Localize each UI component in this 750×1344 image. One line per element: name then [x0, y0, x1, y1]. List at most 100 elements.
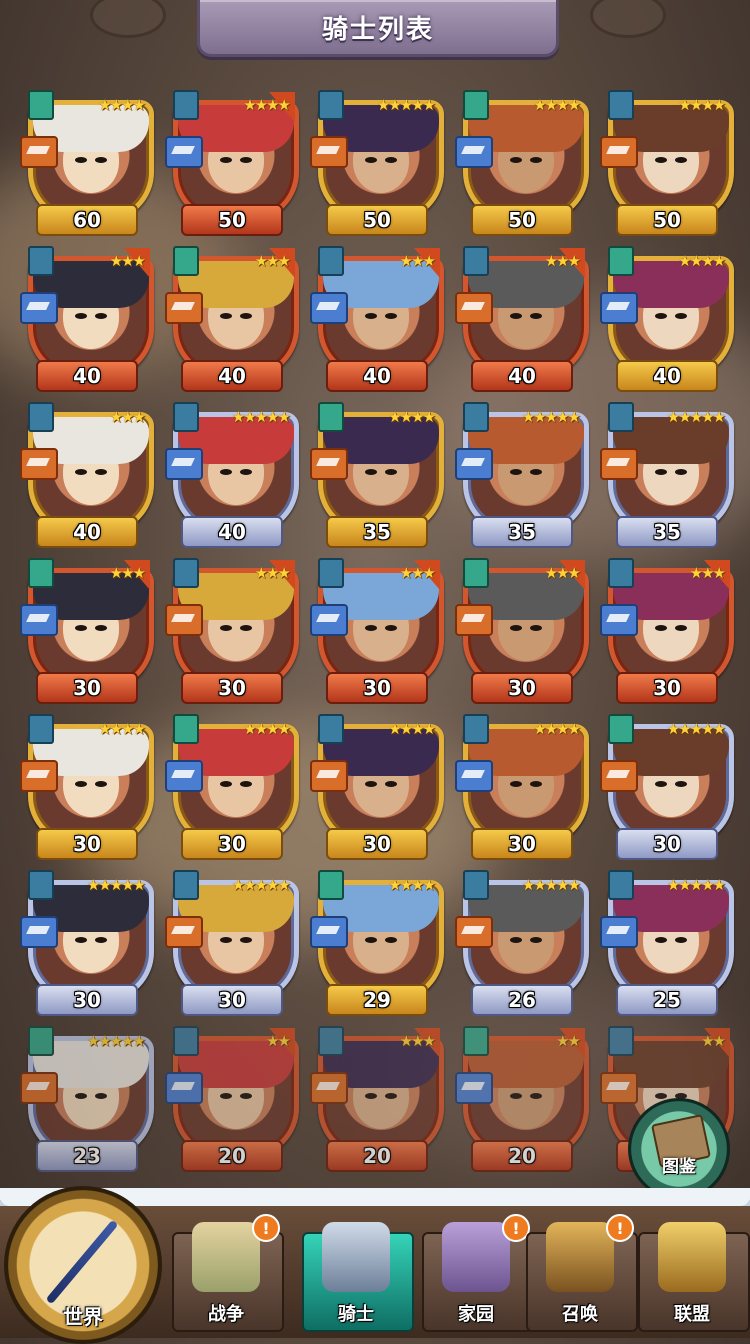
- star-rating: ★★: [266, 1032, 291, 1050]
- nav-summon[interactable]: ! 召唤: [522, 1210, 638, 1332]
- knight-card[interactable]: ★★★ 40: [163, 246, 299, 392]
- star-rating: ★★★★★: [231, 408, 291, 426]
- weapon-class-icon: [310, 604, 348, 636]
- star-rating: ★★★: [109, 408, 146, 426]
- nav-knights[interactable]: 骑士: [298, 1210, 414, 1332]
- star-rating: ★★: [701, 1032, 726, 1050]
- knight-level: 40: [653, 364, 681, 388]
- knight-card[interactable]: ★★★★★ 30: [163, 870, 299, 1016]
- star-rating: ★★★: [254, 252, 291, 270]
- weapon-class-icon: [310, 292, 348, 324]
- weapon-class-icon: [455, 604, 493, 636]
- knight-card[interactable]: ★★★★ 30: [18, 714, 154, 860]
- knight-card[interactable]: ★★★★ 60: [18, 90, 154, 236]
- star-rating: ★★★: [544, 252, 581, 270]
- knight-card[interactable]: ★★★ 30: [163, 558, 299, 704]
- knight-icon: [322, 1222, 390, 1292]
- knight-level: 25: [653, 988, 681, 1012]
- star-rating: ★★★: [544, 564, 581, 582]
- knight-card[interactable]: ★★ 20: [163, 1026, 299, 1172]
- star-rating: ★★★★★: [521, 876, 581, 894]
- knight-card[interactable]: ★★ 20: [453, 1026, 589, 1172]
- alert-badge: !: [606, 1214, 634, 1242]
- weapon-class-icon: [310, 136, 348, 168]
- star-rating: ★★★: [254, 564, 291, 582]
- knight-card[interactable]: ★★★★★ 30: [18, 870, 154, 1016]
- weapon-class-icon: [600, 136, 638, 168]
- level-ribbon: 60: [36, 204, 138, 236]
- weapon-class-icon: [20, 1072, 58, 1104]
- gear-decoration: [590, 0, 666, 38]
- knight-card[interactable]: ★★★ 30: [453, 558, 589, 704]
- knight-card[interactable]: ★★★★★ 35: [453, 402, 589, 548]
- nav-war[interactable]: ! 战争: [168, 1210, 284, 1332]
- knight-card[interactable]: ★★★★ 29: [308, 870, 444, 1016]
- knight-card[interactable]: ★★★★ 30: [308, 714, 444, 860]
- knight-card[interactable]: ★★★ 30: [18, 558, 154, 704]
- knight-card[interactable]: ★★★★ 50: [453, 90, 589, 236]
- knight-card[interactable]: ★★★★ 30: [163, 714, 299, 860]
- position-icon: [463, 1026, 489, 1056]
- knight-card[interactable]: ★★★★ 50: [598, 90, 734, 236]
- knight-card[interactable]: ★★★★★ 40: [163, 402, 299, 548]
- position-icon: [318, 90, 344, 120]
- weapon-class-icon: [310, 916, 348, 948]
- knight-card[interactable]: ★★★ 40: [308, 246, 444, 392]
- level-ribbon: 30: [471, 828, 573, 860]
- weapon-class-icon: [165, 916, 203, 948]
- knight-level: 60: [73, 208, 101, 232]
- knight-card[interactable]: ★★★ 20: [308, 1026, 444, 1172]
- knight-level: 30: [508, 832, 536, 856]
- knight-level: 26: [508, 988, 536, 1012]
- position-icon: [463, 714, 489, 744]
- weapon-class-icon: [600, 760, 638, 792]
- star-rating: ★★★★★: [666, 720, 726, 738]
- level-ribbon: 30: [181, 984, 283, 1016]
- knight-card[interactable]: ★★★★ 35: [308, 402, 444, 548]
- map-icon: [192, 1222, 260, 1292]
- train-icon: [546, 1222, 614, 1292]
- world-button[interactable]: 世界: [4, 1186, 162, 1344]
- knight-card[interactable]: ★★★ 40: [18, 246, 154, 392]
- position-icon: [608, 402, 634, 432]
- knight-level: 23: [73, 1144, 101, 1168]
- level-ribbon: 30: [326, 828, 428, 860]
- knight-card[interactable]: ★★★★★ 35: [598, 402, 734, 548]
- knight-level: 30: [73, 832, 101, 856]
- knight-card[interactable]: ★★★★ 50: [163, 90, 299, 236]
- star-rating: ★★★★: [98, 720, 146, 738]
- knight-card[interactable]: ★★★★ 30: [453, 714, 589, 860]
- position-icon: [28, 870, 54, 900]
- level-ribbon: 30: [181, 828, 283, 860]
- knight-card[interactable]: ★★★★★ 30: [598, 714, 734, 860]
- knight-card[interactable]: ★★★★ 40: [598, 246, 734, 392]
- page-title: 骑士列表: [321, 14, 434, 45]
- position-icon: [318, 714, 344, 744]
- level-ribbon: 30: [36, 984, 138, 1016]
- star-rating: ★★★: [689, 564, 726, 582]
- position-icon: [318, 558, 344, 588]
- position-icon: [318, 246, 344, 276]
- knight-card[interactable]: ★★★★★ 23: [18, 1026, 154, 1172]
- position-icon: [173, 870, 199, 900]
- atlas-label: 图鉴: [662, 1157, 696, 1177]
- knight-card[interactable]: ★★★ 40: [18, 402, 154, 548]
- knight-card[interactable]: ★★★ 30: [308, 558, 444, 704]
- weapon-class-icon: [165, 292, 203, 324]
- nav-alliance[interactable]: 联盟: [634, 1210, 750, 1332]
- knight-level: 30: [653, 676, 681, 700]
- weapon-class-icon: [600, 604, 638, 636]
- knight-card[interactable]: ★★★ 30: [598, 558, 734, 704]
- knight-card[interactable]: ★★★★★ 50: [308, 90, 444, 236]
- nav-home[interactable]: ! 家园: [418, 1210, 534, 1332]
- knight-card[interactable]: ★★★★★ 25: [598, 870, 734, 1016]
- title-banner: 骑士列表: [197, 0, 559, 57]
- knight-card[interactable]: ★★★ 40: [453, 246, 589, 392]
- knight-card[interactable]: ★★★★★ 26: [453, 870, 589, 1016]
- position-icon: [173, 558, 199, 588]
- atlas-button[interactable]: 图鉴: [628, 1098, 730, 1200]
- weapon-class-icon: [310, 1072, 348, 1104]
- weapon-class-icon: [20, 448, 58, 480]
- nav-alliance-label: 联盟: [674, 1304, 710, 1325]
- position-icon: [173, 90, 199, 120]
